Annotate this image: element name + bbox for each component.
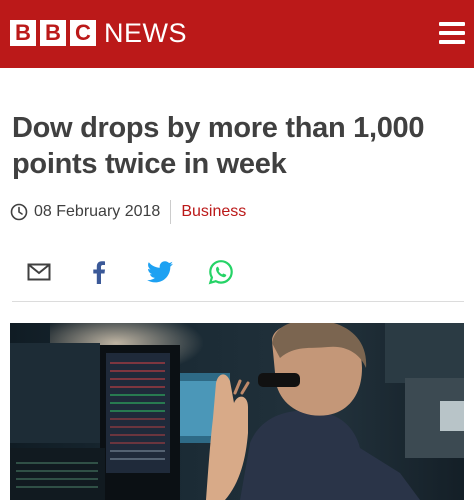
section-link-business[interactable]: Business (181, 199, 246, 225)
hero-image[interactable] (10, 323, 464, 500)
hamburger-menu-icon[interactable] (439, 22, 465, 44)
email-share-button[interactable] (24, 258, 54, 286)
email-icon (27, 263, 51, 281)
bbc-logo-block-b2: B (40, 20, 66, 46)
facebook-icon (93, 261, 105, 284)
article-date: 08 February 2018 (34, 203, 161, 220)
whatsapp-share-button[interactable] (206, 258, 236, 286)
meta-divider (170, 200, 172, 224)
share-divider (12, 301, 464, 302)
bbc-logo-block-c: C (70, 20, 96, 46)
article-headline: Dow drops by more than 1,000 points twic… (12, 112, 425, 180)
news-wordmark[interactable]: NEWS (104, 18, 187, 48)
facebook-share-button[interactable] (84, 258, 114, 286)
trader-photo (10, 323, 464, 500)
bbc-logo-block-b1: B (10, 20, 36, 46)
twitter-share-button[interactable] (145, 258, 175, 286)
bbc-logo[interactable]: B B C (10, 20, 96, 46)
article-meta: 08 February 2018 Business (10, 199, 246, 225)
whatsapp-icon (208, 260, 233, 285)
masthead: B B C NEWS (0, 0, 474, 68)
twitter-icon (147, 261, 173, 283)
share-tools (0, 252, 474, 292)
clock-icon (10, 203, 28, 221)
